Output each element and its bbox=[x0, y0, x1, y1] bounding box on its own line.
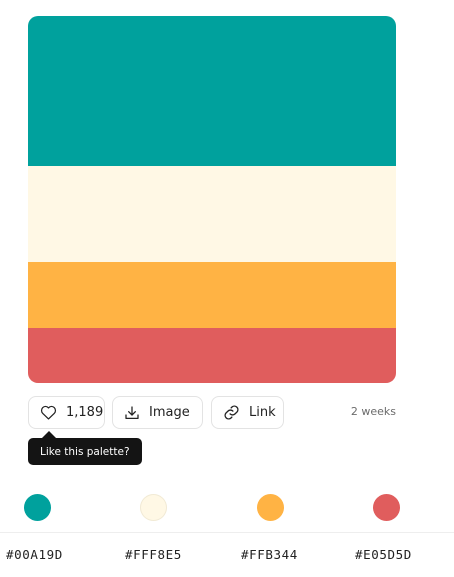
posted-time: 2 weeks bbox=[350, 405, 396, 418]
hex-code[interactable]: #FFB344 bbox=[241, 547, 298, 562]
link-icon bbox=[223, 404, 240, 421]
color-swatches bbox=[0, 494, 454, 524]
like-button[interactable]: 1,189 bbox=[28, 396, 105, 429]
link-label: Link bbox=[249, 405, 276, 420]
image-download-button[interactable]: Image bbox=[112, 396, 203, 429]
tooltip-arrow bbox=[42, 431, 56, 438]
color-swatch-dot[interactable] bbox=[373, 494, 400, 521]
palette-stripe[interactable] bbox=[28, 16, 396, 166]
copy-link-button[interactable]: Link bbox=[211, 396, 284, 429]
divider bbox=[0, 532, 454, 533]
color-swatch-dot[interactable] bbox=[257, 494, 284, 521]
hex-code[interactable]: #E05D5D bbox=[355, 547, 412, 562]
palette-preview[interactable] bbox=[28, 16, 396, 383]
heart-icon bbox=[40, 405, 57, 420]
palette-stripe[interactable] bbox=[28, 262, 396, 328]
color-swatch-dot[interactable] bbox=[24, 494, 51, 521]
color-swatch-dot[interactable] bbox=[140, 494, 167, 521]
download-icon bbox=[124, 405, 140, 421]
palette-stripe[interactable] bbox=[28, 166, 396, 262]
palette-stripe[interactable] bbox=[28, 328, 396, 383]
hex-code[interactable]: #FFF8E5 bbox=[125, 547, 182, 562]
hex-code[interactable]: #00A19D bbox=[6, 547, 63, 562]
image-label: Image bbox=[149, 405, 190, 420]
like-tooltip: Like this palette? bbox=[28, 438, 142, 465]
like-count: 1,189 bbox=[66, 405, 104, 420]
